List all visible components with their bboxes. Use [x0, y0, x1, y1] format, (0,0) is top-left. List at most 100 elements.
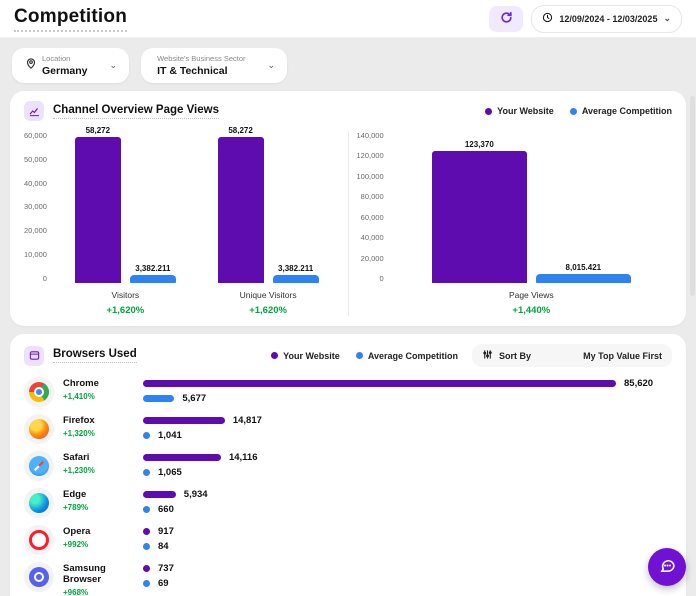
browser-bars: 14,817 1,041 [143, 414, 672, 445]
date-range-picker[interactable]: 12/09/2024 - 12/03/2025 ⌄ [531, 4, 682, 33]
legend-average-competition-label: Average Competition [581, 106, 672, 116]
channel-overview-card: Channel Overview Page Views Your Website… [10, 91, 686, 326]
sort-by-dropdown[interactable]: Sort By My Top Value First [472, 344, 672, 367]
bar-value-label: 58,272 [85, 126, 111, 136]
sliders-icon [482, 349, 493, 362]
avg-competition-bar [272, 274, 319, 283]
top-bar: Competition 12/09/2024 - 12/03/2025 ⌄ [0, 0, 696, 38]
date-range-label: 12/09/2024 - 12/03/2025 [559, 13, 658, 24]
browser-name: Firefox [63, 415, 95, 426]
avg-competition-line: 84 [143, 541, 672, 552]
bar-group: 123,370 8,015.421 Page Views +1,440% [431, 131, 631, 316]
bar-value-label: 14,817 [232, 415, 262, 426]
business-sector-label: Website's Business Sector [157, 54, 246, 63]
your-website-line: 737 [143, 563, 672, 574]
bar-value-label: 14,116 [228, 452, 258, 463]
your-website-bar [143, 417, 225, 424]
competition-page: Competition 12/09/2024 - 12/03/2025 ⌄ Lo… [0, 0, 696, 596]
browser-change: +968% [63, 588, 89, 596]
bar-value-label: 5,934 [183, 489, 208, 500]
y-axis-tick: 40,000 [24, 178, 47, 188]
avg-competition-line: 1,041 [143, 430, 672, 441]
y-axis-tick: 20,000 [360, 253, 384, 263]
bar-value-label: 737 [158, 563, 174, 574]
firefox-icon [29, 419, 49, 439]
y-axis-tick: 30,000 [24, 202, 47, 212]
bar-group: 58,272 3,382.211 Unique Visitors +1,620% [217, 126, 319, 316]
browser-change: +789% [63, 503, 89, 512]
business-sector-labels: Website's Business Sector IT & Technical [157, 54, 245, 77]
avg-competition-bar-column: 8,015.421 [535, 263, 631, 283]
avg-competition-line: 69 [143, 578, 672, 589]
browser-icon-wrap [24, 562, 54, 592]
browser-name: Edge [63, 489, 87, 500]
visitors-chart: 60,000 50,000 40,000 30,000 20,000 10,000 0 58,… [24, 126, 340, 316]
your-website-line: 917 [143, 526, 672, 537]
channel-overview-charts: 60,000 50,000 40,000 30,000 20,000 10,000 0 58,… [24, 126, 673, 316]
page-views-chart: 140,000 120,000 100,000 80,000 60,000 40,000 2… [357, 131, 673, 316]
business-sector-filter[interactable]: Website's Business Sector IT & Technical… [141, 48, 288, 83]
refresh-button[interactable] [489, 5, 524, 32]
top-bar-actions: 12/09/2024 - 12/03/2025 ⌄ [489, 4, 682, 33]
chat-button[interactable] [648, 548, 686, 586]
your-website-bar [217, 137, 264, 283]
edge-icon [29, 493, 49, 513]
channel-overview-title: Channel Overview Page Views [53, 104, 219, 119]
bar-value-label: 58,272 [228, 126, 253, 136]
browser-name: Samsung Browser [63, 563, 106, 585]
y-axis-tick: 80,000 [360, 192, 384, 202]
avg-competition-bar-column: 3,382.211 [129, 264, 176, 283]
y-axis-tick: 0 [379, 273, 384, 283]
y-axis-tick: 20,000 [24, 226, 47, 236]
legend-your-website-label: Your Website [283, 350, 340, 361]
chevron-down-icon: ⌄ [663, 13, 671, 23]
browser-icon-wrap [24, 451, 54, 481]
browser-bars: 14,116 1,065 [143, 451, 672, 482]
chevron-down-icon: ⌄ [267, 60, 276, 70]
legend-your-website: Your Website [485, 106, 554, 116]
y-axis-tick: 0 [42, 273, 47, 283]
bar-value-label: 1,041 [158, 430, 182, 441]
category-label: Visitors [111, 290, 140, 300]
browser-row: Samsung Browser +968% 737 69 [24, 562, 672, 596]
your-website-bar [143, 380, 616, 387]
browser-name: Safari [63, 452, 90, 463]
y-axis-tick: 40,000 [360, 233, 384, 243]
browser-row: Opera +992% 917 84 [24, 525, 672, 556]
location-filter-value: Germany [42, 65, 88, 77]
your-website-dot-icon [271, 352, 279, 359]
browser-label-column: Samsung Browser +968% [63, 562, 143, 596]
browsers-used-header: Browsers Used Your Website Average Compe… [24, 344, 672, 367]
clock-icon [542, 12, 553, 25]
browser-icon-wrap [24, 488, 54, 518]
avg-competition-bar [129, 274, 176, 283]
location-icon [24, 56, 38, 75]
legend-average-competition: Average Competition [355, 351, 458, 361]
bar-value-label: 123,370 [464, 139, 494, 149]
bar-value-label: 1,065 [158, 467, 182, 478]
your-website-bar-column: 123,370 [431, 139, 527, 283]
browser-label-column: Safari +1,230% [63, 451, 143, 475]
avg-competition-line: 5,677 [143, 393, 672, 404]
legend-your-website: Your Website [271, 351, 340, 361]
location-filter-labels: Location Germany [42, 54, 88, 77]
avg-competition-bar [143, 395, 175, 402]
filter-bar: Location Germany ⌄ Website's Business Se… [12, 48, 686, 83]
location-filter-label: Location [42, 54, 71, 63]
avg-competition-bar [143, 432, 150, 439]
your-website-bar-column: 58,272 [74, 126, 121, 283]
y-axis: 140,000 120,000 100,000 80,000 60,000 40,000 2… [357, 131, 391, 283]
chart-legend: Your Website Average Competition [485, 106, 672, 116]
y-axis-tick: 10,000 [24, 250, 47, 260]
avg-competition-bar-column: 3,382.211 [272, 264, 319, 283]
browser-bars: 737 69 [143, 562, 672, 593]
your-website-line: 85,620 [143, 378, 672, 389]
bar-value-label: 84 [158, 541, 169, 552]
page-content: Location Germany ⌄ Website's Business Se… [0, 38, 696, 596]
avg-competition-bar [143, 506, 150, 513]
browser-icon-wrap [24, 377, 54, 407]
location-filter[interactable]: Location Germany ⌄ [12, 48, 130, 83]
browser-bars: 5,934 660 [143, 488, 672, 519]
scrollbar[interactable] [690, 96, 695, 296]
browser-row: Firefox +1,320% 14,817 1,041 [24, 414, 672, 445]
